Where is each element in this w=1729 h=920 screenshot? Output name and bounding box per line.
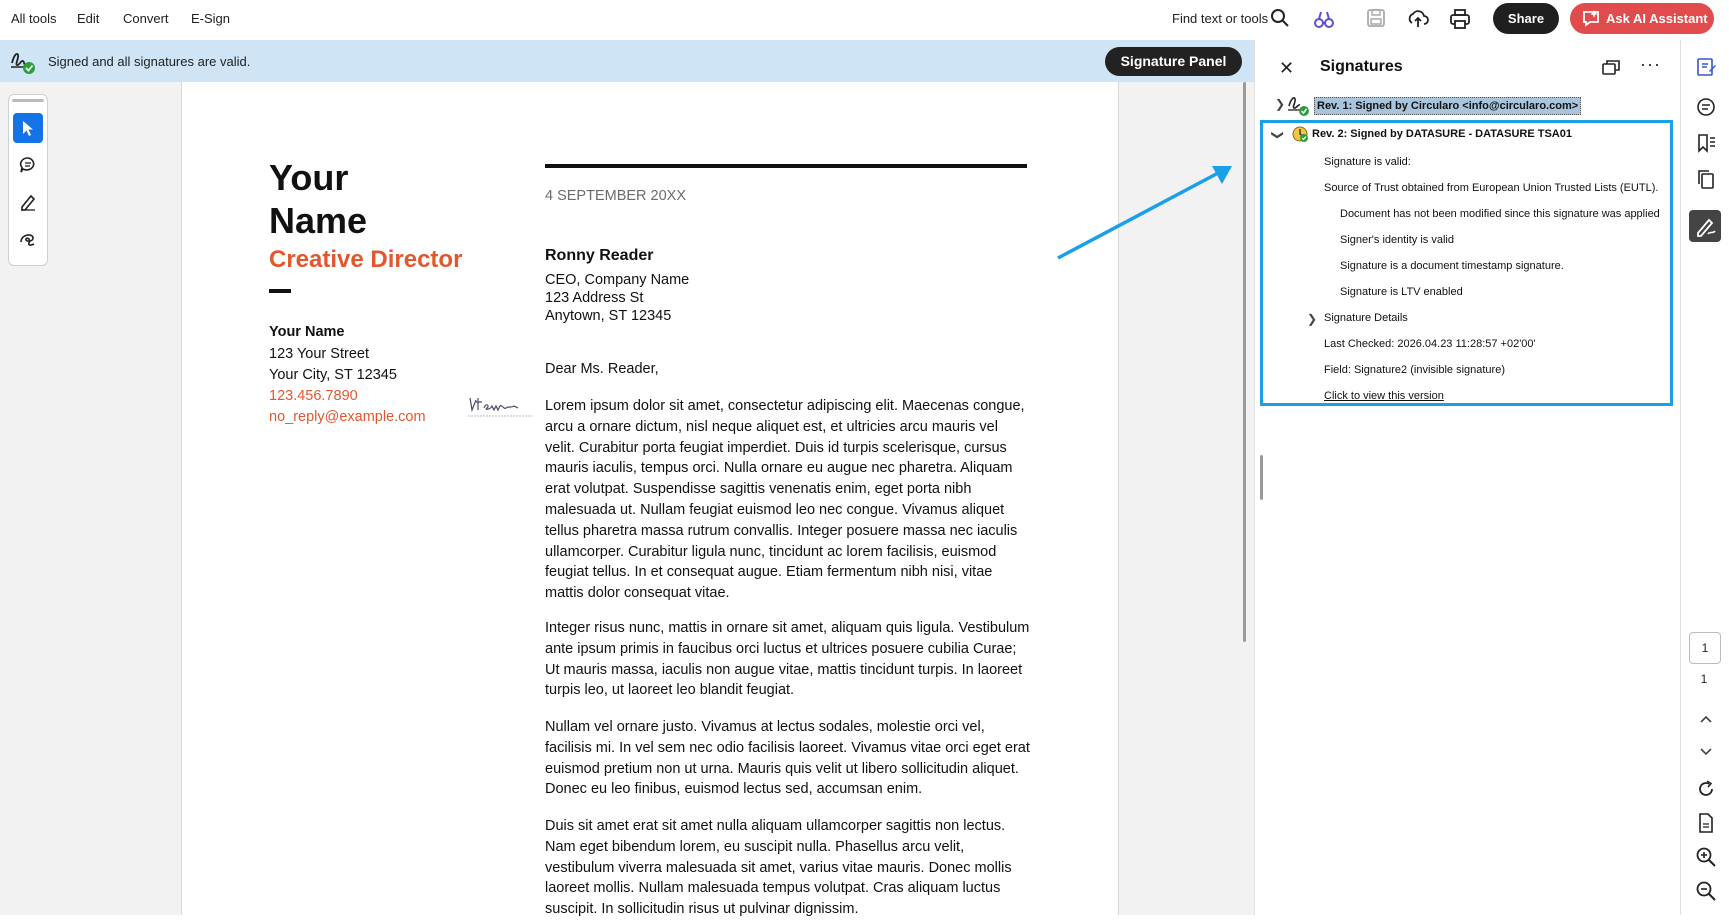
- ai-tools-icon[interactable]: [1313, 8, 1335, 30]
- timestamp-signature-icon: [1291, 125, 1309, 143]
- ask-ai-assistant-button[interactable]: Ask AI Assistant: [1570, 3, 1714, 34]
- revision-2-signature[interactable]: Rev. 2: Signed by DATASURE - DATASURE TS…: [1312, 128, 1572, 140]
- menu-all-tools[interactable]: All tools: [11, 11, 57, 26]
- ai-assistant-icon: [1582, 10, 1600, 27]
- sender-name-heading: Your Name: [269, 156, 367, 242]
- signature-status-text: Signed and all signatures are valid.: [48, 54, 251, 69]
- ask-ai-assistant-label: Ask AI Assistant: [1606, 11, 1708, 26]
- menu-esign[interactable]: E-Sign: [191, 11, 230, 26]
- search-icon[interactable]: [1270, 8, 1292, 30]
- detail-ltv: Signature is LTV enabled: [1340, 286, 1463, 298]
- freehand-icon: [20, 234, 35, 246]
- contact-name: Your Name: [269, 324, 345, 340]
- detail-identity-valid: Signer's identity is valid: [1340, 234, 1454, 246]
- comment-icon: [19, 157, 35, 173]
- sender-title: Creative Director: [269, 246, 463, 273]
- print-icon[interactable]: [1449, 8, 1471, 30]
- page-total: 1: [1700, 672, 1708, 686]
- revision-1-signature[interactable]: Rev. 1: Signed by Circularo <info@circul…: [1314, 97, 1582, 115]
- chevron-right-icon[interactable]: ❯: [1275, 97, 1285, 111]
- chevron-up-icon[interactable]: [1695, 708, 1717, 730]
- zoom-in-icon[interactable]: [1695, 846, 1717, 868]
- document-scrollbar[interactable]: [1243, 82, 1246, 642]
- chevron-down-icon[interactable]: ❯: [1271, 130, 1285, 140]
- detail-last-checked: Last Checked: 2026.04.23 11:28:57 +02'00…: [1324, 338, 1536, 350]
- salutation: Dear Ms. Reader,: [545, 361, 659, 377]
- signature-status-banner: Signed and all signatures are valid. Sig…: [0, 40, 1254, 82]
- body-paragraph-3: Nullam vel ornare justo. Vivamus at lect…: [545, 719, 1030, 798]
- detail-signature-valid: Signature is valid:: [1324, 156, 1411, 168]
- cursor-icon: [23, 121, 33, 136]
- detail-trust-source: Source of Trust obtained from European U…: [1324, 182, 1659, 194]
- recipient-street: 123 Address St: [545, 290, 644, 306]
- toolbar-grip[interactable]: [12, 99, 44, 102]
- pen-icon: [21, 194, 36, 211]
- find-text-label[interactable]: Find text or tools: [1172, 11, 1268, 26]
- signatures-panel: ✕ Signatures ··· ❯ Rev. 1: Signed by Cir…: [1254, 40, 1681, 915]
- chevron-right-icon[interactable]: ❯: [1307, 312, 1317, 326]
- select-tool[interactable]: [13, 113, 43, 143]
- chevron-down-icon[interactable]: [1695, 740, 1717, 762]
- edit-pdf-icon[interactable]: [1695, 56, 1717, 78]
- body-paragraph-1: Lorem ipsum dolor sit amet, consectetur …: [545, 398, 1025, 602]
- fill-sign-icon: [1697, 218, 1716, 237]
- bookmarks-icon[interactable]: [1695, 132, 1717, 154]
- save-icon[interactable]: [1366, 8, 1388, 30]
- draw-tool[interactable]: [13, 224, 43, 254]
- contact-street: 123 Your Street: [269, 346, 369, 362]
- comment-tool[interactable]: [13, 150, 43, 180]
- more-options-icon[interactable]: ···: [1640, 54, 1661, 75]
- panel-title: Signatures: [1320, 58, 1403, 75]
- body-paragraph-2: Integer risus nunc, mattis in ornare sit…: [545, 620, 1030, 699]
- zoom-out-icon[interactable]: [1695, 880, 1717, 902]
- quick-tools-toolbar: [8, 94, 48, 266]
- contact-city: Your City, ST 12345: [269, 367, 397, 383]
- menu-edit[interactable]: Edit: [77, 11, 99, 26]
- sender-name-line2: Name: [269, 200, 368, 241]
- detail-not-modified: Document has not been modified since thi…: [1340, 208, 1660, 220]
- sender-name-line1: Your: [269, 157, 349, 198]
- top-menu-bar: All tools Edit Convert E-Sign Find text …: [0, 0, 1729, 41]
- signature-valid-icon: [1287, 92, 1311, 116]
- recipient-city: Anytown, ST 12345: [545, 308, 672, 324]
- close-icon[interactable]: ✕: [1279, 58, 1294, 79]
- share-button[interactable]: Share: [1493, 3, 1559, 34]
- rotate-icon[interactable]: [1695, 778, 1717, 800]
- header-rule: [545, 164, 1027, 168]
- signature-panel-button[interactable]: Signature Panel: [1105, 47, 1242, 76]
- upload-icon[interactable]: [1407, 8, 1429, 30]
- fit-page-icon[interactable]: [1695, 812, 1717, 834]
- panel-scrollbar[interactable]: [1260, 455, 1263, 500]
- pages-icon[interactable]: [1695, 168, 1717, 190]
- detail-field: Field: Signature2 (invisible signature): [1324, 364, 1505, 376]
- view-version-link[interactable]: Click to view this version: [1324, 390, 1444, 402]
- highlight-tool[interactable]: [13, 187, 43, 217]
- current-page-input[interactable]: 1: [1689, 632, 1721, 664]
- signatures-rail-button[interactable]: [1689, 210, 1721, 242]
- contact-email: no_reply@example.com: [269, 409, 426, 425]
- signature-valid-icon: [9, 47, 37, 75]
- detail-timestamp: Signature is a document timestamp signat…: [1340, 260, 1564, 272]
- menu-convert[interactable]: Convert: [123, 11, 169, 26]
- recipient-title: CEO, Company Name: [545, 272, 690, 288]
- validate-all-icon[interactable]: [1601, 58, 1621, 76]
- comments-icon[interactable]: [1695, 96, 1717, 118]
- right-tool-rail: 1 1: [1680, 40, 1729, 915]
- annotation-arrow: [1050, 158, 1240, 268]
- signature-details-toggle[interactable]: Signature Details: [1324, 312, 1408, 324]
- recipient-name: Ronny Reader: [545, 247, 654, 264]
- body-paragraph-4: Duis sit amet erat sit amet nulla aliqua…: [545, 818, 1012, 918]
- title-divider: [269, 289, 291, 293]
- contact-phone: 123.456.7890: [269, 388, 358, 404]
- letter-date: 4 SEPTEMBER 20XX: [545, 188, 687, 204]
- handwritten-signature-image: [464, 392, 536, 422]
